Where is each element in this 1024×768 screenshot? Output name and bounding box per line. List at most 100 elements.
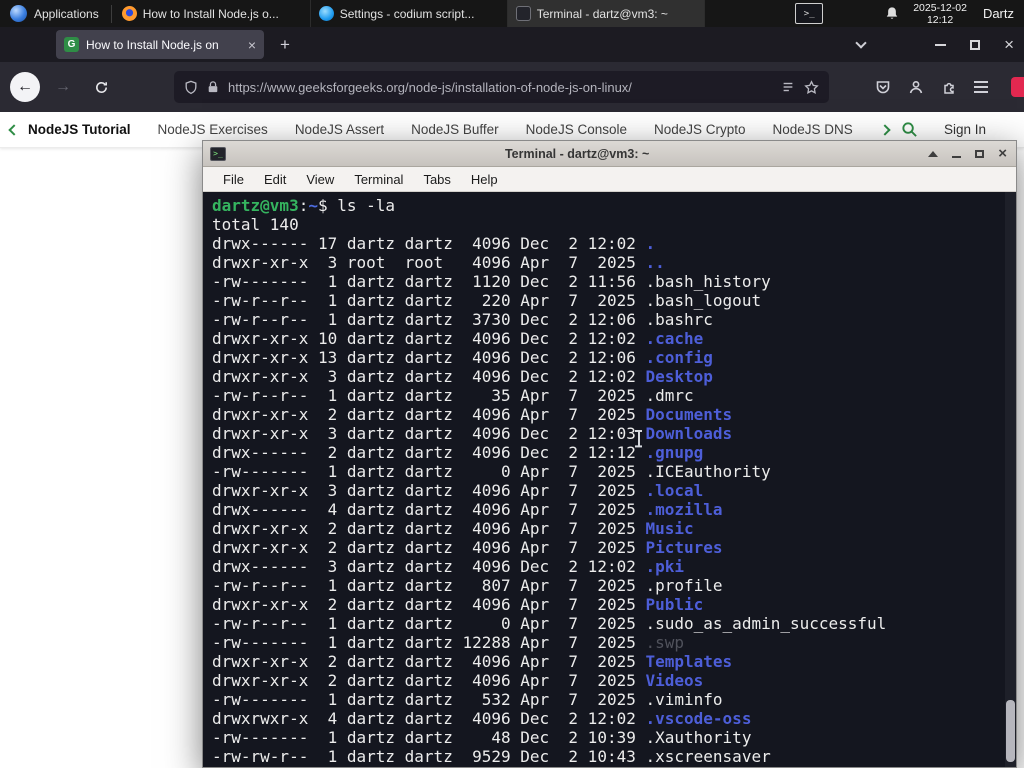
taskbar-item-codium[interactable]: Settings - codium script... [311, 0, 508, 27]
gfg-nav-nodejs-exercises[interactable]: NodeJS Exercises [158, 122, 268, 137]
terminal-line: drwx------ 2 dartz dartz 4096 Dec 2 12:1… [212, 443, 704, 462]
terminal-line: drwxr-xr-x 3 root root 4096 Apr 7 2025 .… [212, 253, 665, 272]
pocket-icon[interactable] [875, 79, 891, 95]
taskbar-item-firefox[interactable]: How to Install Node.js o... [114, 0, 311, 27]
terminal-menubar: File Edit View Terminal Tabs Help [203, 167, 1016, 192]
search-icon[interactable] [901, 121, 918, 138]
firefox-icon [121, 6, 137, 21]
reload-button[interactable] [86, 72, 116, 102]
nav-scroll-left-icon[interactable] [8, 123, 20, 136]
terminal-icon: >_ [210, 146, 226, 161]
tracking-shield-icon[interactable] [184, 80, 198, 95]
tray-terminal-icon[interactable]: >_ [795, 3, 824, 24]
url-text[interactable]: https://www.geeksforgeeks.org/node-js/in… [228, 80, 772, 95]
terminal-line: -rw-rw-r-- 1 dartz dartz 9529 Dec 2 10:4… [212, 747, 771, 766]
terminal-menu-tabs[interactable]: Tabs [413, 172, 460, 187]
terminal-line: -rw------- 1 dartz dartz 12288 Apr 7 202… [212, 633, 685, 652]
terminal-line: total 140 [212, 215, 299, 234]
scrollbar-thumb[interactable] [1006, 700, 1015, 762]
terminal-line: drwx------ 17 dartz dartz 4096 Dec 2 12:… [212, 234, 656, 253]
desktop: Applications How to Install Node.js o...… [0, 0, 1024, 768]
lock-icon[interactable] [207, 80, 219, 94]
terminal-title: Terminal - dartz@vm3: ~ [504, 146, 650, 161]
recording-indicator [1011, 77, 1024, 97]
terminal-menu-file[interactable]: File [213, 172, 254, 187]
terminal-prompt-line: dartz@vm3:~$ ls -la [212, 196, 396, 215]
taskbar-item-terminal[interactable]: Terminal - dartz@vm3: ~ [507, 0, 705, 27]
tray-terminal-glyph: >_ [803, 8, 815, 19]
back-button[interactable]: ← [10, 72, 40, 102]
terminal-line: drwxr-xr-x 10 dartz dartz 4096 Dec 2 12:… [212, 329, 704, 348]
browser-tab[interactable]: G How to Install Node.js on × [56, 30, 264, 59]
terminal-line: -rw-r--r-- 1 dartz dartz 3730 Dec 2 12:0… [212, 310, 713, 329]
terminal-line: -rw-r--r-- 1 dartz dartz 0 Apr 7 2025 .s… [212, 614, 887, 633]
window-maximize-button[interactable] [970, 39, 981, 50]
gfg-nav-nodejs-buffer[interactable]: NodeJS Buffer [411, 122, 499, 137]
codium-icon [318, 6, 334, 21]
gfg-nav-nodejs-assert[interactable]: NodeJS Assert [295, 122, 384, 137]
taskbar-item-label: Settings - codium script... [339, 6, 475, 21]
tab-title: How to Install Node.js on [86, 37, 219, 52]
nav-scroll-right-icon[interactable] [879, 123, 891, 136]
terminal-line: -rw-r--r-- 1 dartz dartz 220 Apr 7 2025 … [212, 291, 762, 310]
terminal-close-button[interactable]: × [998, 146, 1007, 161]
account-icon[interactable] [908, 79, 924, 95]
terminal-titlebar[interactable]: >_ Terminal - dartz@vm3: ~ × [203, 141, 1016, 167]
applications-menu[interactable]: Applications [0, 0, 109, 27]
gfg-nav-links: NodeJS Tutorial NodeJS Exercises NodeJS As… [28, 122, 879, 137]
terminal-icon [515, 6, 531, 21]
terminal-line: drwxr-xr-x 2 dartz dartz 4096 Apr 7 2025… [212, 595, 704, 614]
reader-mode-icon[interactable] [781, 80, 795, 94]
bookmark-star-icon[interactable] [804, 79, 819, 95]
terminal-menu-view[interactable]: View [296, 172, 344, 187]
terminal-minimize-button[interactable] [952, 155, 962, 158]
clock[interactable]: 2025-12-02 12:12 [913, 2, 967, 26]
terminal-line: -rw-r--r-- 1 dartz dartz 807 Apr 7 2025 … [212, 576, 723, 595]
list-tabs-icon[interactable] [855, 36, 867, 49]
terminal-line: drwxr-xr-x 2 dartz dartz 4096 Apr 7 2025… [212, 652, 733, 671]
taskbar-item-label: How to Install Node.js o... [142, 6, 279, 21]
terminal-line: -rw------- 1 dartz dartz 0 Apr 7 2025 .I… [212, 462, 771, 481]
terminal-menu-edit[interactable]: Edit [254, 172, 296, 187]
extensions-puzzle-icon[interactable] [941, 79, 957, 95]
taskbar-item-label: Terminal - dartz@vm3: ~ [536, 6, 668, 21]
terminal-maximize-button[interactable] [975, 149, 985, 158]
url-bar[interactable]: https://www.geeksforgeeks.org/node-js/in… [174, 71, 829, 103]
top-panel: Applications How to Install Node.js o...… [0, 0, 1024, 27]
clock-date: 2025-12-02 [913, 1, 967, 14]
gfg-nav-nodejs-dns[interactable]: NodeJS DNS [773, 122, 853, 137]
browser-tab-strip: G How to Install Node.js on × + × [0, 27, 1024, 62]
gfg-nav-nodejs-console[interactable]: NodeJS Console [526, 122, 627, 137]
sign-in-button[interactable]: Sign In [944, 122, 986, 137]
gfg-nav-nodejs-tutorial[interactable]: NodeJS Tutorial [28, 122, 131, 137]
terminal-menu-terminal[interactable]: Terminal [344, 172, 413, 187]
terminal-line: drwxr-xr-x 2 dartz dartz 4096 Apr 7 2025… [212, 671, 704, 690]
terminal-scrollbar[interactable] [1005, 192, 1016, 767]
terminal-shade-button[interactable] [928, 150, 939, 157]
terminal-line: drwx------ 3 dartz dartz 4096 Dec 2 12:0… [212, 557, 685, 576]
terminal-line: drwxr-xr-x 2 dartz dartz 4096 Apr 7 2025… [212, 538, 723, 557]
applications-icon [10, 5, 27, 22]
taskbar: How to Install Node.js o... Settings - co… [114, 0, 705, 27]
applications-label: Applications [34, 6, 99, 21]
forward-button[interactable]: → [48, 72, 78, 102]
terminal-line: drwxr-xr-x 2 dartz dartz 4096 Apr 7 2025… [212, 405, 733, 424]
tab-close-icon[interactable]: × [248, 38, 256, 52]
notification-bell-icon[interactable] [885, 6, 899, 21]
terminal-line: drwxr-xr-x 3 dartz dartz 4096 Dec 2 12:0… [212, 367, 713, 386]
menu-hamburger-icon[interactable] [974, 81, 988, 93]
terminal-line: drwxr-xr-x 3 dartz dartz 4096 Apr 7 2025… [212, 481, 704, 500]
gfg-favicon: G [64, 37, 79, 52]
terminal-line: drwxr-xr-x 2 dartz dartz 4096 Apr 7 2025… [212, 519, 694, 538]
gfg-nav-nodejs-crypto[interactable]: NodeJS Crypto [654, 122, 746, 137]
terminal-line: -rw-r--r-- 1 dartz dartz 35 Apr 7 2025 .… [212, 386, 694, 405]
terminal-window: >_ Terminal - dartz@vm3: ~ × File Edit Vie… [202, 140, 1017, 768]
terminal-line: drwxrwxr-x 4 dartz dartz 4096 Dec 2 12:0… [212, 709, 752, 728]
new-tab-button[interactable]: + [274, 35, 296, 55]
window-close-button[interactable]: × [1004, 36, 1014, 53]
terminal-menu-help[interactable]: Help [461, 172, 508, 187]
window-minimize-button[interactable] [935, 43, 947, 46]
terminal-output[interactable]: dartz@vm3:~$ ls -la total 140 drwx------ 1… [203, 192, 1016, 767]
terminal-line: -rw------- 1 dartz dartz 48 Dec 2 10:39 … [212, 728, 752, 747]
user-menu[interactable]: Dartz [983, 6, 1014, 21]
